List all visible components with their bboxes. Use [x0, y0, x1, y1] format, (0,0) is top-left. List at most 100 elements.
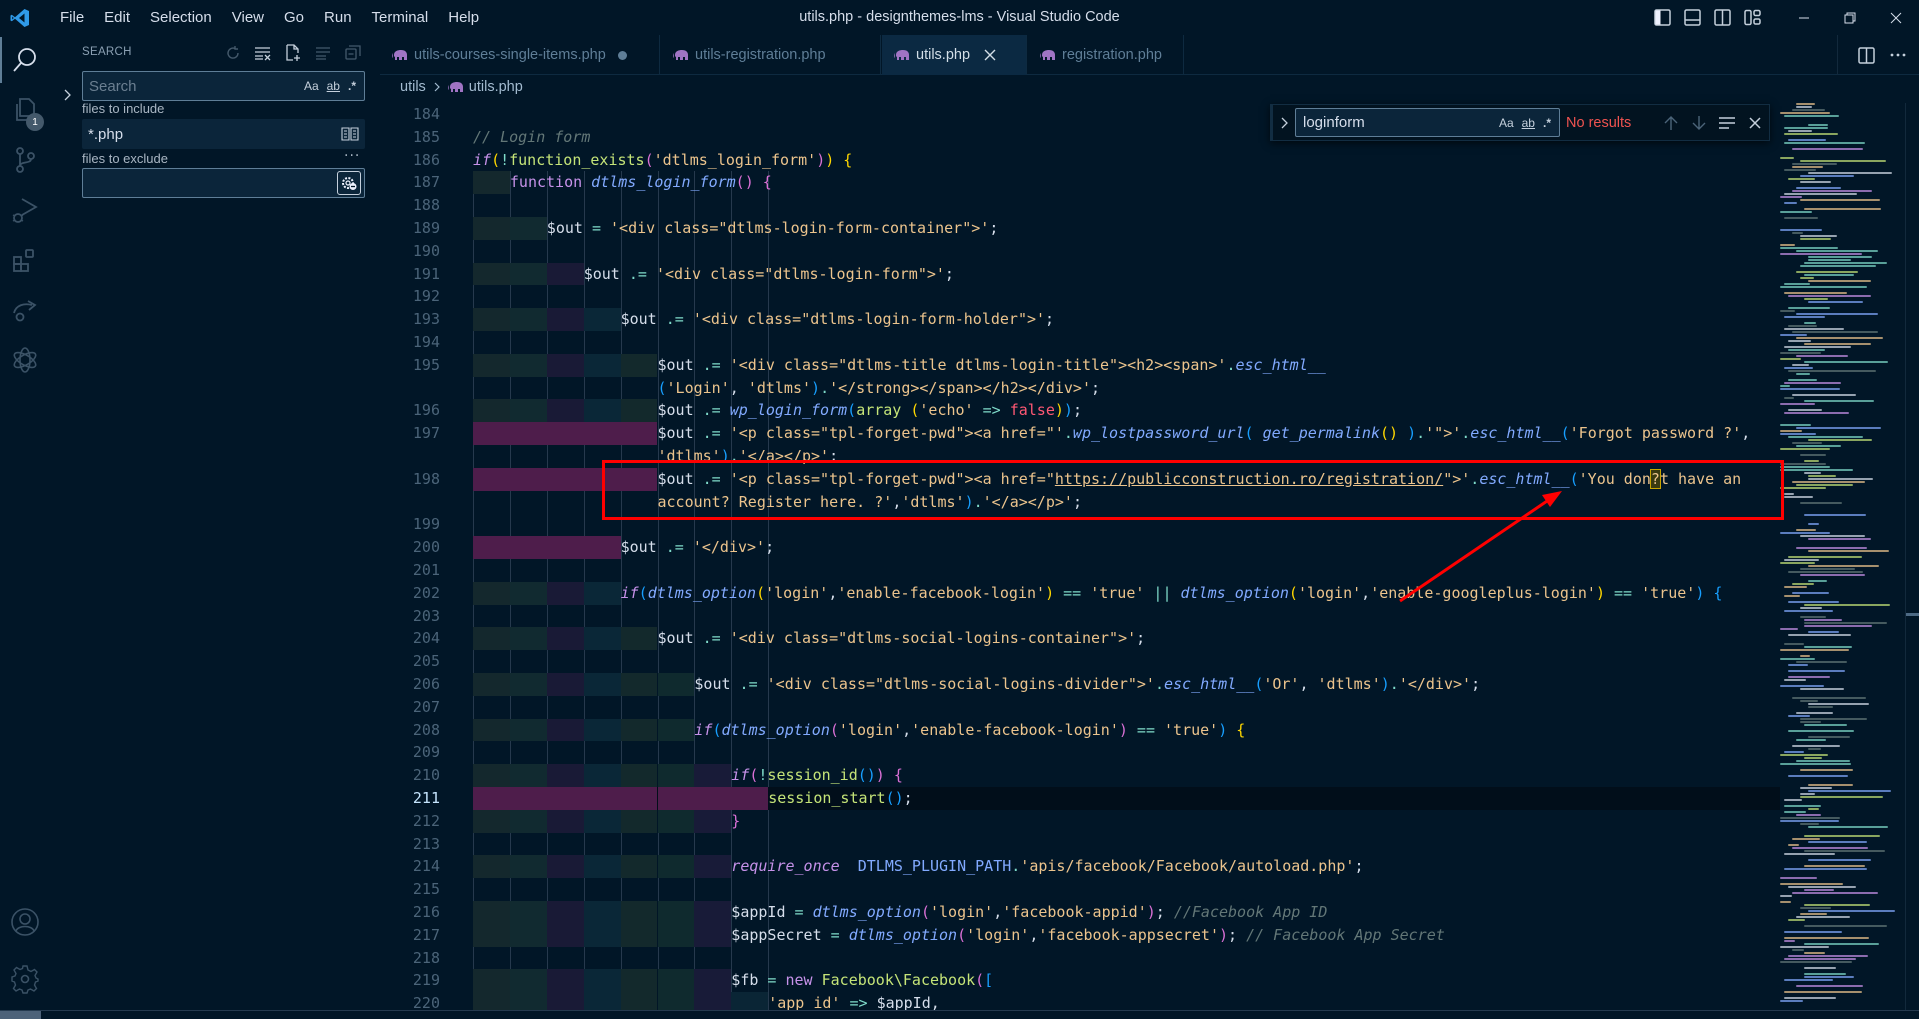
minimap[interactable]	[1780, 103, 1905, 1010]
code-line[interactable]: 212}	[380, 809, 1780, 833]
code-line[interactable]: 205	[380, 650, 1780, 673]
unsaved-dot-icon[interactable]	[617, 50, 627, 60]
code-line[interactable]: 189 $out = '<div class="dtlms-login-form-…	[380, 217, 1780, 240]
code-line[interactable]: 207	[380, 696, 1780, 719]
code-line[interactable]: 213	[380, 833, 1780, 856]
toggle-primary-sidebar-button[interactable]	[1647, 0, 1677, 35]
toggle-search-details-button[interactable]: ···	[344, 148, 360, 164]
activity-live-share[interactable]	[0, 285, 50, 335]
breadcrumb-file[interactable]: utils.php	[469, 79, 523, 95]
match-whole-word-toggle[interactable]: ab	[327, 79, 340, 93]
book-icon[interactable]	[341, 127, 359, 141]
code-line[interactable]: 195 $out .= '<div class="dtlms-title dtlm…	[380, 353, 1780, 377]
code-line[interactable]: 214 require_once DTLMS_PLUGIN_PATH.'apis/…	[380, 855, 1780, 879]
code-line[interactable]: 209	[380, 741, 1780, 764]
code-line[interactable]: 187 function dtlms_login_form() {	[380, 171, 1780, 195]
scrollbar-thumb[interactable]	[1906, 613, 1919, 616]
code-line[interactable]: 203	[380, 605, 1780, 628]
code-text: $fb = new Facebook\Facebook([	[731, 971, 994, 990]
code-editor[interactable]: 184 185 // Login form 186 if(!function_exist…	[380, 103, 1780, 1010]
code-line[interactable]: 219 $fb = new Facebook\Facebook([	[380, 969, 1780, 993]
use-exclude-settings-toggle[interactable]	[337, 171, 361, 195]
toggle-replace-button[interactable]	[1275, 116, 1293, 130]
line-number: 193	[412, 310, 440, 329]
close-tab-icon[interactable]	[984, 49, 996, 61]
match-whole-word-toggle[interactable]: ab	[1522, 116, 1535, 130]
find-input[interactable]	[1296, 109, 1499, 136]
code-line[interactable]: 202 if(dtlms_option('login','enable-faceb…	[380, 581, 1780, 605]
tab-registration[interactable]: registration.php	[1028, 35, 1184, 75]
split-editor-icon[interactable]	[1858, 46, 1875, 64]
view-as-tree-button[interactable]	[312, 42, 334, 64]
find-in-selection-button[interactable]	[1714, 110, 1740, 136]
code-line[interactable]: 200 $out .= '</div>';	[380, 536, 1780, 559]
menu-view[interactable]: View	[222, 0, 274, 35]
menu-file[interactable]: File	[50, 0, 94, 35]
code-line[interactable]: 211 session_start();	[380, 787, 1780, 810]
activity-accounts[interactable]	[0, 897, 50, 947]
collapse-all-button[interactable]	[342, 42, 364, 64]
code-line[interactable]: 186 if(!function_exists('dtlms_login_form…	[380, 149, 1780, 172]
toggle-replace-button[interactable]	[60, 87, 74, 101]
activity-search[interactable]	[0, 35, 50, 85]
refresh-button[interactable]	[222, 42, 244, 64]
previous-match-button[interactable]	[1658, 110, 1684, 136]
tab-utils[interactable]: utils.php	[882, 35, 1027, 75]
activity-extensions[interactable]	[0, 235, 50, 285]
code-line-wrap[interactable]: ('Login', 'dtlms').'</strong></span></h2…	[380, 377, 1780, 400]
more-actions-icon[interactable]	[1889, 52, 1907, 58]
activity-source-control[interactable]	[0, 135, 50, 185]
code-line[interactable]: 210 if(!session_id()) {	[380, 764, 1780, 787]
minimize-button[interactable]	[1781, 0, 1827, 35]
activity-manage[interactable]	[0, 954, 50, 1004]
code-line[interactable]: 216 $appId = dtlms_option('login','facebo…	[380, 901, 1780, 924]
close-find-button[interactable]	[1742, 110, 1768, 136]
next-match-button[interactable]	[1686, 110, 1712, 136]
activity-explorer[interactable]: 1	[0, 85, 50, 135]
files-to-include-input[interactable]	[82, 119, 341, 149]
match-case-toggle[interactable]: Aa	[1499, 116, 1514, 130]
menu-help[interactable]: Help	[438, 0, 489, 35]
code-line[interactable]: 215	[380, 878, 1780, 901]
code-line[interactable]: 188	[380, 194, 1780, 217]
new-search-editor-button[interactable]	[282, 42, 304, 64]
code-line[interactable]: 217 $appSecret = dtlms_option('login','fa…	[380, 923, 1780, 947]
restore-button[interactable]	[1827, 0, 1873, 35]
code-line[interactable]: 194	[380, 331, 1780, 354]
files-to-exclude-input[interactable]	[83, 169, 337, 197]
use-regex-toggle[interactable]: .*	[1543, 116, 1551, 130]
code-line[interactable]: 220 'app_id' => $appId,	[380, 992, 1780, 1010]
toggle-panel-button[interactable]	[1677, 0, 1707, 35]
minimap-line	[1788, 178, 1816, 180]
menu-run[interactable]: Run	[314, 0, 362, 35]
activity-chatgpt[interactable]	[0, 335, 50, 385]
code-line[interactable]: 197 $out .= '<p class="tpl-forget-pwd"><a…	[380, 422, 1780, 445]
code-line[interactable]: 201	[380, 559, 1780, 582]
code-line[interactable]: 192	[380, 285, 1780, 308]
breadcrumb-folder[interactable]: utils	[400, 79, 426, 95]
match-case-toggle[interactable]: Aa	[304, 79, 319, 93]
code-line[interactable]: 191 $out .= '<div class="dtlms-login-form…	[380, 262, 1780, 286]
activity-run-debug[interactable]	[0, 185, 50, 235]
toggle-secondary-sidebar-button[interactable]	[1707, 0, 1737, 35]
tab-utils-courses-single-items[interactable]: utils-courses-single-items.php	[380, 35, 660, 75]
menu-selection[interactable]: Selection	[140, 0, 222, 35]
clear-results-button[interactable]	[252, 42, 274, 64]
customize-layout-button[interactable]	[1737, 0, 1767, 35]
code-line[interactable]: 196 $out .= wp_login_form(array ('echo' =…	[380, 399, 1780, 423]
menu-terminal[interactable]: Terminal	[362, 0, 439, 35]
code-line[interactable]: 206 $out .= '<div class="dtlms-social-log…	[380, 673, 1780, 696]
search-input[interactable]	[83, 72, 304, 100]
code-line[interactable]: 204 $out .= '<div class="dtlms-social-log…	[380, 627, 1780, 651]
code-line[interactable]: 193 $out .= '<div class="dtlms-login-form…	[380, 308, 1780, 331]
code-line[interactable]: 190	[380, 240, 1780, 263]
menu-go[interactable]: Go	[274, 0, 314, 35]
menu-edit[interactable]: Edit	[94, 0, 140, 35]
tab-utils-registration[interactable]: utils-registration.php	[661, 35, 881, 75]
close-window-button[interactable]	[1873, 0, 1919, 35]
vertical-scrollbar[interactable]	[1905, 103, 1919, 1010]
code-line[interactable]: 208 if(dtlms_option('login','enable-faceb…	[380, 718, 1780, 742]
use-regex-toggle[interactable]: .*	[348, 79, 356, 93]
code-line[interactable]: 218	[380, 947, 1780, 970]
indent-rainbow	[473, 992, 510, 1010]
